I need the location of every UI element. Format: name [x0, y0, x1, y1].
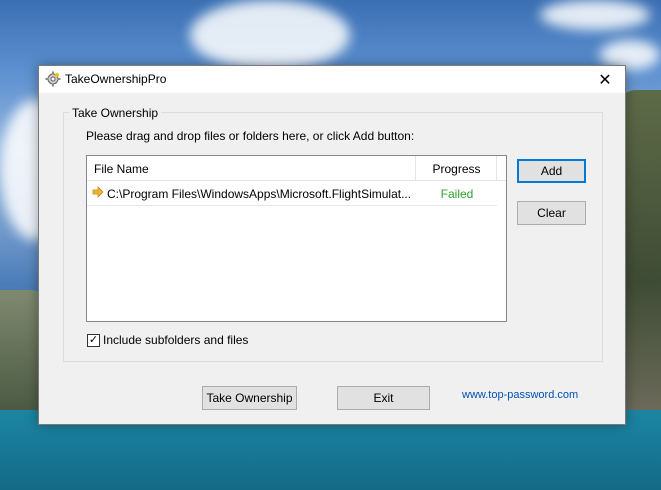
cloud	[540, 0, 650, 30]
instruction-text: Please drag and drop files or folders he…	[86, 129, 415, 143]
title-bar[interactable]: TakeOwnershipPro ✕	[39, 66, 625, 93]
exit-button[interactable]: Exit	[337, 386, 430, 410]
website-link[interactable]: www.top-password.com	[462, 389, 578, 401]
cloud	[190, 0, 350, 70]
clear-button[interactable]: Clear	[517, 201, 586, 225]
include-subfolders-label: Include subfolders and files	[103, 333, 249, 347]
arrow-right-icon	[92, 186, 104, 198]
list-header: File Name Progress	[87, 156, 506, 181]
app-gear-icon	[45, 71, 61, 87]
close-icon[interactable]: ✕	[585, 66, 625, 93]
checkmark-icon: ✓	[88, 333, 99, 346]
add-button[interactable]: Add	[517, 159, 586, 183]
column-header-file-name[interactable]: File Name	[87, 156, 416, 180]
include-subfolders-option[interactable]: ✓ Include subfolders and files	[87, 333, 248, 347]
row-file-path: C:\Program Files\WindowsApps\Microsoft.F…	[107, 187, 412, 201]
include-subfolders-checkbox[interactable]: ✓	[87, 333, 100, 347]
column-header-progress[interactable]: Progress	[417, 156, 497, 180]
list-row[interactable]: C:\Program Files\WindowsApps\Microsoft.F…	[87, 181, 497, 206]
window-title: TakeOwnershipPro	[65, 72, 167, 86]
file-listview[interactable]: File Name Progress C:\Program Files\Wind…	[86, 155, 507, 322]
groupbox-title: Take Ownership	[69, 106, 162, 120]
row-progress-status: Failed	[440, 187, 474, 201]
take-ownership-dialog: TakeOwnershipPro ✕ Take Ownership Please…	[38, 65, 626, 425]
take-ownership-button[interactable]: Take Ownership	[202, 386, 297, 410]
